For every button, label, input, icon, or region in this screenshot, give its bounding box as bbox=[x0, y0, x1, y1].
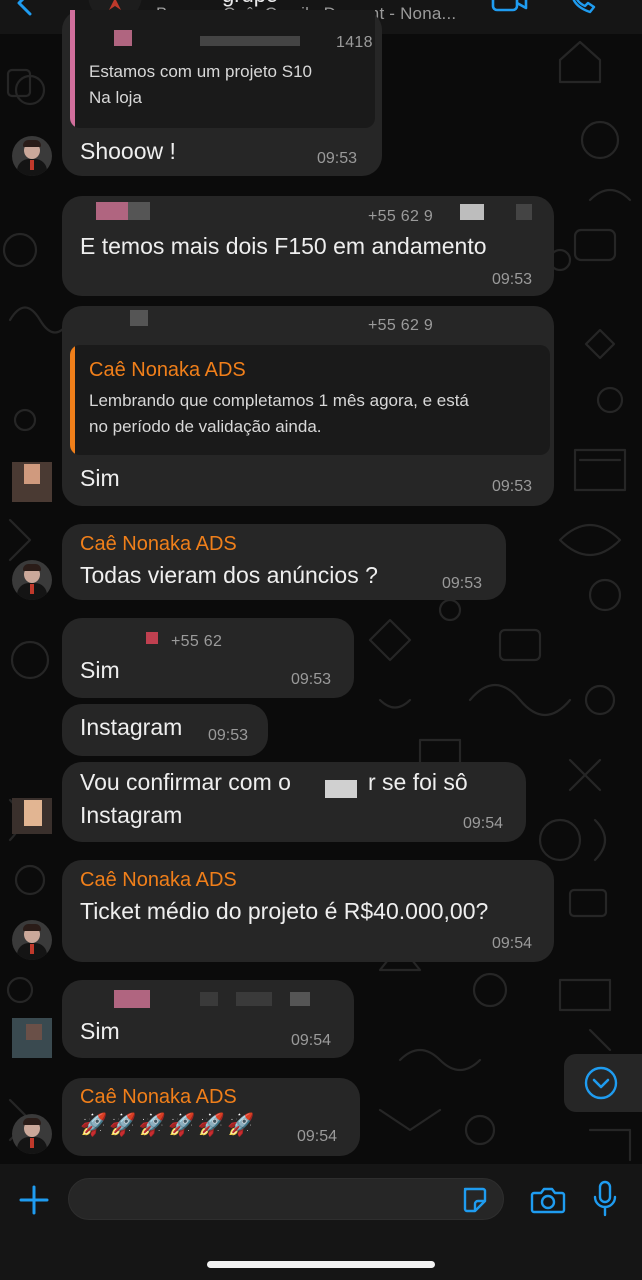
message-time: 09:54 bbox=[463, 815, 504, 832]
redacted-block bbox=[460, 204, 484, 220]
phone-call-icon[interactable] bbox=[566, 0, 606, 20]
quoted-text-line: Na loja bbox=[89, 88, 142, 107]
redacted-block bbox=[516, 204, 532, 220]
sender-avatar[interactable] bbox=[12, 1114, 52, 1154]
camera-icon[interactable] bbox=[530, 1184, 566, 1216]
quoted-text-line: no período de validação ainda. bbox=[89, 417, 322, 436]
quote-bar bbox=[70, 345, 75, 455]
video-call-icon[interactable] bbox=[490, 0, 530, 20]
redacted-block bbox=[236, 992, 272, 1006]
message-text: Instagram bbox=[80, 802, 183, 828]
redacted-block bbox=[128, 202, 150, 220]
redacted-block bbox=[325, 780, 357, 798]
message-text: r se foi sô bbox=[368, 769, 468, 795]
message-time: 09:53 bbox=[317, 150, 358, 167]
quoted-text-line: Lembrando que completamos 1 mês agora, e… bbox=[89, 391, 469, 410]
message-time: 09:54 bbox=[297, 1128, 338, 1145]
message-time: 09:53 bbox=[291, 671, 332, 688]
quoted-sender-name: Caê Nonaka ADS bbox=[89, 359, 246, 381]
sender-name[interactable]: Caê Nonaka ADS bbox=[80, 533, 237, 556]
home-indicator bbox=[207, 1261, 435, 1268]
redacted-block bbox=[24, 464, 40, 484]
redacted-block bbox=[96, 202, 128, 220]
message-time: 09:53 bbox=[442, 575, 483, 592]
scroll-down-button[interactable] bbox=[564, 1054, 642, 1112]
sender-avatar[interactable] bbox=[12, 136, 52, 176]
plus-icon[interactable] bbox=[18, 1184, 50, 1216]
redacted-block bbox=[130, 310, 148, 326]
message-input[interactable] bbox=[68, 1178, 504, 1220]
composer-bar bbox=[0, 1164, 642, 1280]
message-text: Vou confirmar com o bbox=[80, 769, 291, 795]
redacted-block bbox=[114, 30, 132, 46]
sender-avatar[interactable] bbox=[12, 560, 52, 600]
message-text: Ticket médio do projeto é R$40.000,00? bbox=[80, 898, 489, 924]
sender-avatar[interactable] bbox=[12, 920, 52, 960]
redacted-block bbox=[114, 990, 150, 1008]
message-text: 🚀🚀🚀🚀🚀🚀 bbox=[80, 1112, 257, 1137]
sender-name[interactable]: Caê Nonaka ADS bbox=[80, 1086, 237, 1109]
sender-phone-number: +55 62 9 bbox=[368, 317, 434, 334]
microphone-icon[interactable] bbox=[592, 1180, 618, 1218]
quoted-message[interactable]: Caê Nonaka ADS Lembrando que completamos… bbox=[70, 345, 550, 455]
message-text: Sim bbox=[80, 465, 120, 491]
sender-phone-number: +55 62 9 bbox=[368, 208, 434, 225]
sender-name[interactable]: Caê Nonaka ADS bbox=[80, 869, 237, 892]
message-time: 09:54 bbox=[291, 1032, 332, 1049]
message-text: E temos mais dois F150 em andamento bbox=[80, 233, 487, 259]
redacted-block bbox=[200, 36, 300, 46]
sender-phone-number: +55 62 bbox=[171, 633, 223, 650]
message-text: Instagram bbox=[80, 714, 183, 740]
message-text: Todas vieram dos anúncios ? bbox=[80, 562, 378, 588]
quoted-message[interactable]: 1418 Estamos com um projeto S10 Na loja bbox=[70, 10, 375, 128]
message-time: 09:53 bbox=[208, 727, 249, 744]
quoted-phone-number: 1418 bbox=[336, 34, 373, 51]
quoted-text-line: Estamos com um projeto S10 bbox=[89, 62, 312, 81]
scroll-down-icon bbox=[584, 1066, 618, 1100]
redacted-block bbox=[290, 992, 310, 1006]
redacted-block bbox=[146, 632, 158, 644]
redacted-block bbox=[24, 800, 42, 826]
message-time: 09:54 bbox=[492, 935, 533, 952]
redacted-block bbox=[200, 992, 218, 1006]
message-time: 09:53 bbox=[492, 478, 533, 495]
message-text: Sim bbox=[80, 1018, 120, 1044]
message-text: Shooow ! bbox=[80, 138, 176, 164]
redacted-block bbox=[26, 1024, 42, 1040]
message-time: 09:53 bbox=[492, 271, 533, 288]
message-text: Sim bbox=[80, 657, 120, 683]
quote-bar bbox=[70, 10, 75, 128]
sticker-icon[interactable] bbox=[460, 1186, 488, 1214]
back-chevron-icon[interactable] bbox=[10, 0, 40, 18]
